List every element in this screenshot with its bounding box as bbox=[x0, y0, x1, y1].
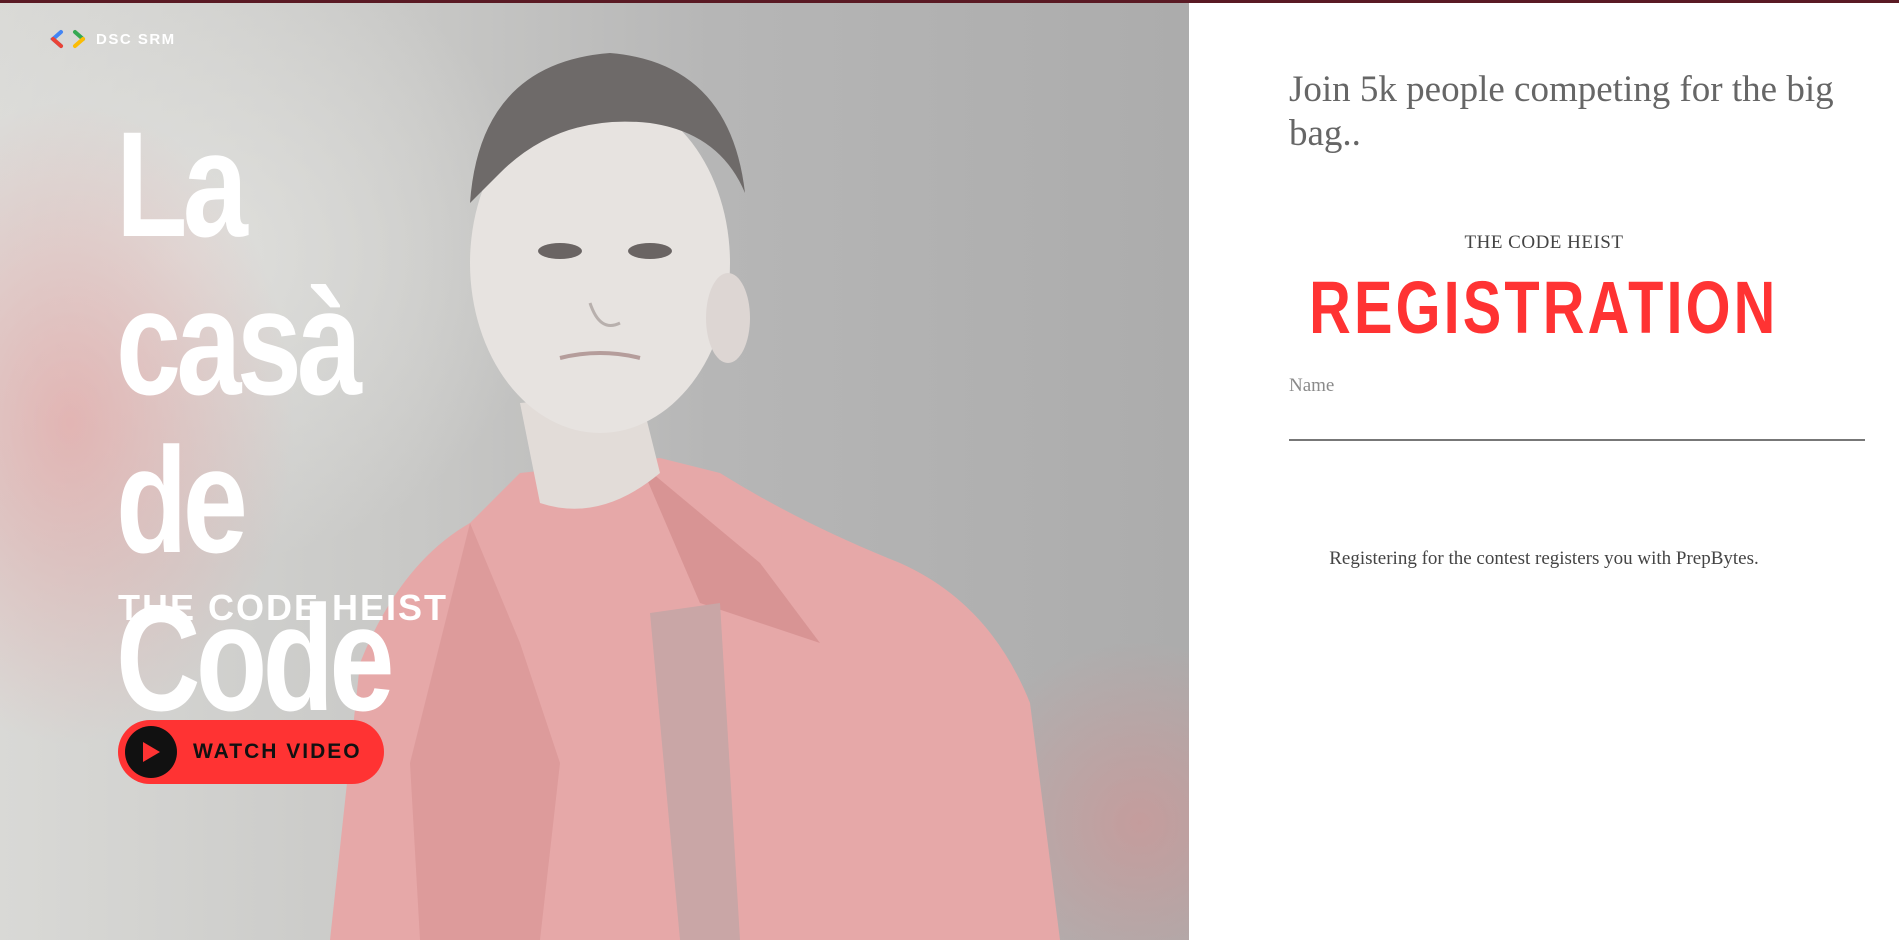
registration-panel: Join 5k people competing for the big bag… bbox=[1189, 3, 1899, 940]
hero-title: La casà de Code bbox=[116, 105, 506, 737]
tagline: Join 5k people competing for the big bag… bbox=[1289, 69, 1834, 154]
brand-name: DSC SRM bbox=[96, 30, 176, 48]
name-field bbox=[1289, 371, 1865, 441]
name-input[interactable] bbox=[1289, 371, 1865, 439]
watch-video-label: WATCH VIDEO bbox=[193, 740, 362, 763]
brand[interactable]: DSC SRM bbox=[50, 27, 176, 51]
prepbytes-note: Registering for the contest registers yo… bbox=[1329, 548, 1759, 569]
hero-subtitle: THE CODE HEIST bbox=[118, 587, 449, 628]
event-kicker: THE CODE HEIST bbox=[1464, 232, 1624, 253]
registration-heading: REGISTRATION bbox=[1189, 266, 1899, 350]
play-icon bbox=[125, 726, 177, 778]
hero-section: DSC SRM La casà de Code THE CODE HEIST W… bbox=[0, 3, 1189, 940]
hero-title-line: La bbox=[116, 100, 248, 268]
watch-video-button[interactable]: WATCH VIDEO bbox=[118, 720, 384, 784]
registration-heading-text: REGISTRATION bbox=[1309, 266, 1779, 349]
hero-title-line: casà de bbox=[116, 258, 362, 584]
dsc-brackets-icon bbox=[50, 30, 85, 48]
